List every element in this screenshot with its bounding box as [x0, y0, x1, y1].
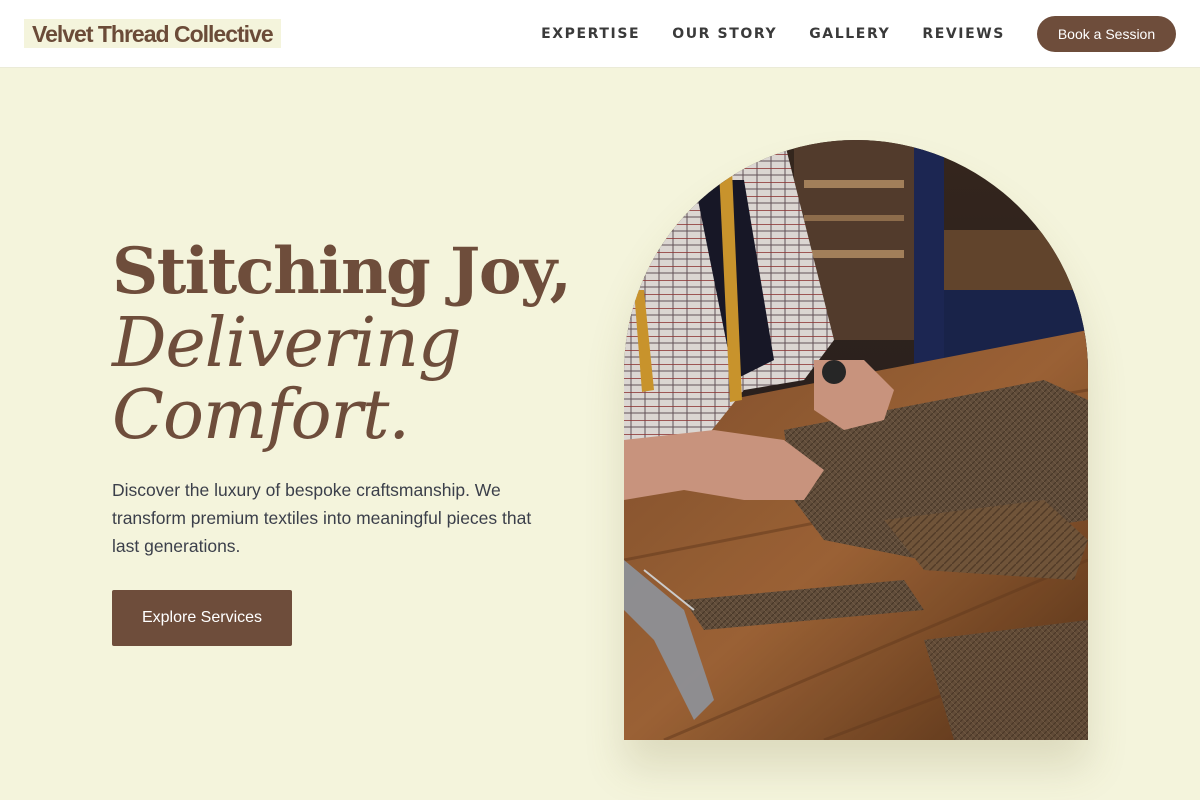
- hero-title-line-1: Stitching Joy,: [112, 234, 572, 309]
- tailor-illustration: [624, 140, 1088, 740]
- hero-description: Discover the luxury of bespoke craftsman…: [112, 480, 532, 556]
- nav-link-reviews[interactable]: REVIEWS: [922, 26, 1005, 42]
- site-header: Velvet Thread Collective EXPERTISE OUR S…: [0, 0, 1200, 68]
- hero-title-line-3: Comfort.: [112, 376, 410, 455]
- nav-link-expertise[interactable]: EXPERTISE: [541, 26, 640, 42]
- explore-services-button[interactable]: Explore Services: [112, 590, 292, 646]
- hero-title-line-2: Delivering: [112, 304, 462, 383]
- brand-logo[interactable]: Velvet Thread Collective: [24, 19, 281, 48]
- hero-title: Stitching Joy, Delivering Comfort.: [112, 234, 572, 455]
- nav-link-gallery[interactable]: GALLERY: [809, 26, 890, 42]
- hero-image-tailor-at-work: [624, 140, 1088, 740]
- main-nav: EXPERTISE OUR STORY GALLERY REVIEWS Book…: [541, 15, 1176, 52]
- nav-link-our-story[interactable]: OUR STORY: [672, 26, 777, 42]
- book-session-button[interactable]: Book a Session: [1037, 15, 1176, 52]
